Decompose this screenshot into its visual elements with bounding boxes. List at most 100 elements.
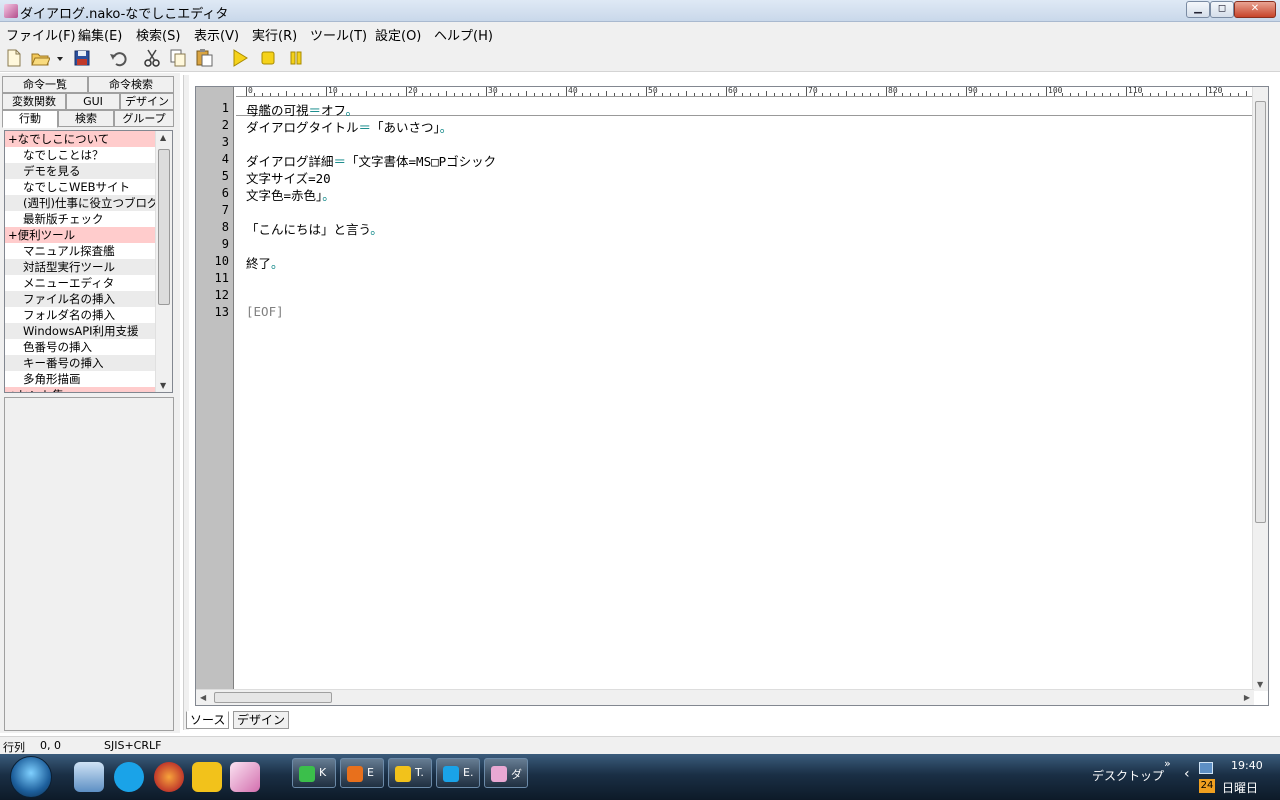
ruler-tick xyxy=(622,93,623,96)
network-icon[interactable] xyxy=(1199,762,1213,774)
ruler-tick xyxy=(1118,93,1119,96)
list-item[interactable]: フォルダ名の挿入 xyxy=(5,307,155,323)
ruler-tick xyxy=(1014,93,1015,96)
open-folder-icon[interactable] xyxy=(30,48,50,68)
scroll-right-icon[interactable]: ▶ xyxy=(1244,693,1250,702)
ruler-tick xyxy=(446,91,447,96)
cut-icon[interactable] xyxy=(142,48,162,68)
source-editor[interactable]: 0 10 20 30 40 50 60 70 80 90 100 110 120 1 2 3 4 5 6… xyxy=(195,86,1269,706)
menu-file[interactable]: ファイル(F) xyxy=(6,25,76,44)
line-number: 11 xyxy=(214,271,229,285)
menu-tools[interactable]: ツール(T) xyxy=(310,25,367,44)
list-item[interactable]: ファイル名の挿入 xyxy=(5,291,155,307)
ruler-tick xyxy=(1006,91,1007,96)
clock-day[interactable]: 日曜日 xyxy=(1222,779,1258,796)
category-header[interactable]: +なでしこについて xyxy=(5,131,155,147)
show-hidden-icons-arrow[interactable]: ‹ xyxy=(1184,766,1190,782)
tab-action[interactable]: 行動 xyxy=(2,110,58,128)
firefox-icon[interactable] xyxy=(154,762,184,792)
vertical-scrollbar[interactable]: ▼ xyxy=(1252,87,1268,691)
scroll-left-icon[interactable]: ◀ xyxy=(200,693,206,702)
category-header[interactable]: +便利ツール xyxy=(5,227,155,243)
open-dropdown-icon[interactable] xyxy=(50,48,63,68)
run-icon[interactable] xyxy=(230,48,250,68)
status-rowcol-label: 行列 xyxy=(3,741,25,754)
tab-source[interactable]: ソース xyxy=(186,711,230,729)
tab-command-search[interactable]: 命令検索 xyxy=(88,76,174,93)
ruler-tick xyxy=(558,93,559,96)
save-icon[interactable] xyxy=(72,48,92,68)
list-item[interactable]: メニューエディタ xyxy=(5,275,155,291)
start-button[interactable] xyxy=(10,756,52,798)
category-header[interactable]: +ヒント集 xyxy=(5,387,155,392)
ruler-tick xyxy=(1190,93,1191,96)
close-button[interactable]: ✕ xyxy=(1234,1,1276,18)
list-item[interactable]: (週刊)仕事に役立つブログ xyxy=(5,195,155,211)
ruler-tick xyxy=(686,91,687,96)
ruler-tick xyxy=(1158,93,1159,96)
list-item[interactable]: WindowsAPI利用支援 xyxy=(5,323,155,339)
clock-time[interactable]: 19:40 xyxy=(1231,759,1263,772)
desktop-toolbar-label[interactable]: デスクトップ xyxy=(1092,767,1164,784)
list-scroll-thumb[interactable] xyxy=(158,149,170,305)
menu-edit[interactable]: 編集(E) xyxy=(78,25,122,44)
maximize-button[interactable]: ◻ xyxy=(1210,1,1234,18)
paste-icon[interactable] xyxy=(194,48,214,68)
horizontal-scroll-thumb[interactable] xyxy=(214,692,332,703)
toolbar-chevron-icon[interactable]: » xyxy=(1164,757,1171,770)
undo-icon[interactable] xyxy=(108,48,128,68)
menu-view[interactable]: 表示(V) xyxy=(194,25,239,44)
pause-icon[interactable] xyxy=(286,48,306,68)
gem-icon xyxy=(299,766,315,782)
menu-help[interactable]: ヘルプ(H) xyxy=(434,25,493,44)
horizontal-scrollbar[interactable]: ◀ ▶ xyxy=(196,689,1254,705)
list-item[interactable]: なでしことは？ xyxy=(5,147,155,163)
panel-splitter[interactable] xyxy=(183,75,189,730)
scroll-up-icon[interactable]: ▲ xyxy=(160,133,166,142)
calendar-date-icon[interactable]: 24 xyxy=(1199,779,1215,793)
tab-variables-functions[interactable]: 変数関数 xyxy=(2,93,66,110)
list-item[interactable]: なでしこWEBサイト xyxy=(5,179,155,195)
minimize-button[interactable]: ▁ xyxy=(1186,1,1210,18)
tab-gui[interactable]: GUI xyxy=(66,93,120,110)
copy-icon[interactable] xyxy=(168,48,188,68)
taskbar-window-button[interactable]: E xyxy=(340,758,384,788)
menu-search[interactable]: 検索(S) xyxy=(136,25,180,44)
tab-search[interactable]: 検索 xyxy=(58,110,114,127)
skype-icon[interactable] xyxy=(114,762,144,792)
taskbar-window-button[interactable]: E. xyxy=(436,758,480,788)
scroll-down-icon[interactable]: ▼ xyxy=(160,381,166,390)
list-item[interactable]: キー番号の挿入 xyxy=(5,355,155,371)
ruler-label: 120 xyxy=(1208,87,1223,95)
ruler-tick xyxy=(966,87,967,96)
taskbar-window-button[interactable]: K xyxy=(292,758,336,788)
mail-icon[interactable] xyxy=(192,762,222,792)
ruler-label: 80 xyxy=(888,87,898,95)
ruler-tick xyxy=(542,93,543,96)
list-item[interactable]: 対話型実行ツール xyxy=(5,259,155,275)
list-scrollbar[interactable]: ▲ ▼ xyxy=(155,131,172,392)
scroll-down-icon[interactable]: ▼ xyxy=(1257,680,1263,689)
ruler-tick xyxy=(246,87,247,96)
taskbar-window-button[interactable]: ダ xyxy=(484,758,528,788)
stop-icon[interactable] xyxy=(258,48,278,68)
tab-group[interactable]: グループ xyxy=(114,110,174,127)
tab-design[interactable]: デザイン xyxy=(120,93,174,110)
list-item[interactable]: マニュアル探査艦 xyxy=(5,243,155,259)
list-item[interactable]: デモを見る xyxy=(5,163,155,179)
menu-run[interactable]: 実行(R) xyxy=(252,25,297,44)
taskbar-window-button[interactable]: T. xyxy=(388,758,432,788)
tab-designer[interactable]: デザイン xyxy=(233,711,290,729)
new-file-icon[interactable] xyxy=(4,48,24,68)
tab-command-list[interactable]: 命令一覧 xyxy=(2,76,88,93)
nadesiko-icon[interactable] xyxy=(230,762,260,792)
ruler-tick xyxy=(358,93,359,96)
vertical-scroll-thumb[interactable] xyxy=(1255,101,1266,523)
list-item[interactable]: 多角形描画 xyxy=(5,371,155,387)
list-item[interactable]: 最新版チェック xyxy=(5,211,155,227)
code-line-10: 終了。 xyxy=(246,256,284,271)
explorer-icon[interactable] xyxy=(74,762,104,792)
menu-settings[interactable]: 設定(O) xyxy=(375,25,421,44)
ruler-label: 10 xyxy=(328,87,338,95)
list-item[interactable]: 色番号の挿入 xyxy=(5,339,155,355)
